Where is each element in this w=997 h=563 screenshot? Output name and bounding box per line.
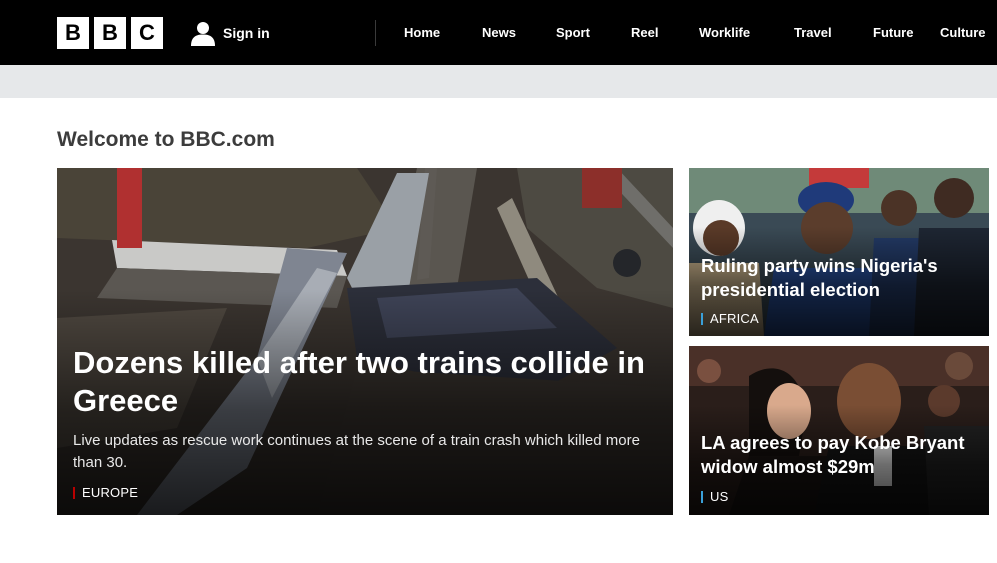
nav-divider: [375, 20, 376, 46]
primary-nav: Home News Sport Reel Worklife Travel Fut…: [404, 0, 986, 65]
lead-story-headline[interactable]: Dozens killed after two trains collide i…: [73, 344, 663, 420]
side-story-card-kobe[interactable]: LA agrees to pay Kobe Bryant widow almos…: [689, 346, 989, 515]
tag-accent-bar: [701, 312, 703, 325]
tag-accent-bar: [73, 486, 75, 499]
sign-in-label: Sign in: [223, 25, 270, 41]
nav-item-reel[interactable]: Reel: [631, 25, 699, 40]
side-story-tag-label: US: [710, 489, 729, 504]
logo-letter-b2: B: [94, 17, 126, 49]
lead-story-tag-label: EUROPE: [82, 485, 139, 500]
nav-item-future[interactable]: Future: [873, 25, 940, 40]
side-story-headline-nigeria[interactable]: Ruling party wins Nigeria's presidential…: [701, 254, 986, 302]
logo-letter-c: C: [131, 17, 163, 49]
bbc-logo[interactable]: B B C: [57, 17, 163, 49]
lead-story-card[interactable]: Dozens killed after two trains collide i…: [57, 168, 673, 515]
nav-item-sport[interactable]: Sport: [556, 25, 631, 40]
sign-in-link[interactable]: Sign in: [190, 20, 270, 46]
side-story-card-nigeria[interactable]: Ruling party wins Nigeria's presidential…: [689, 168, 989, 336]
tag-accent-bar: [701, 490, 703, 503]
lead-story-tag[interactable]: EUROPE: [73, 485, 138, 500]
nav-item-travel[interactable]: Travel: [794, 25, 873, 40]
side-story-tag-us[interactable]: US: [701, 489, 728, 504]
person-icon: [191, 22, 215, 46]
side-story-tag-label: AFRICA: [710, 311, 759, 326]
top-navigation-bar: B B C Sign in Home News Sport Reel Workl…: [0, 0, 997, 65]
nav-item-news[interactable]: News: [482, 25, 556, 40]
nav-item-worklife[interactable]: Worklife: [699, 25, 794, 40]
side-story-tag-africa[interactable]: AFRICA: [701, 311, 759, 326]
nav-item-culture[interactable]: Culture: [940, 25, 986, 40]
sub-navigation-band: [0, 65, 997, 98]
lead-story-summary: Live updates as rescue work continues at…: [73, 432, 640, 471]
nav-item-home[interactable]: Home: [404, 25, 482, 40]
page-title: Welcome to BBC.com: [57, 128, 275, 151]
logo-letter-b1: B: [57, 17, 89, 49]
side-story-headline-kobe[interactable]: LA agrees to pay Kobe Bryant widow almos…: [701, 431, 986, 479]
